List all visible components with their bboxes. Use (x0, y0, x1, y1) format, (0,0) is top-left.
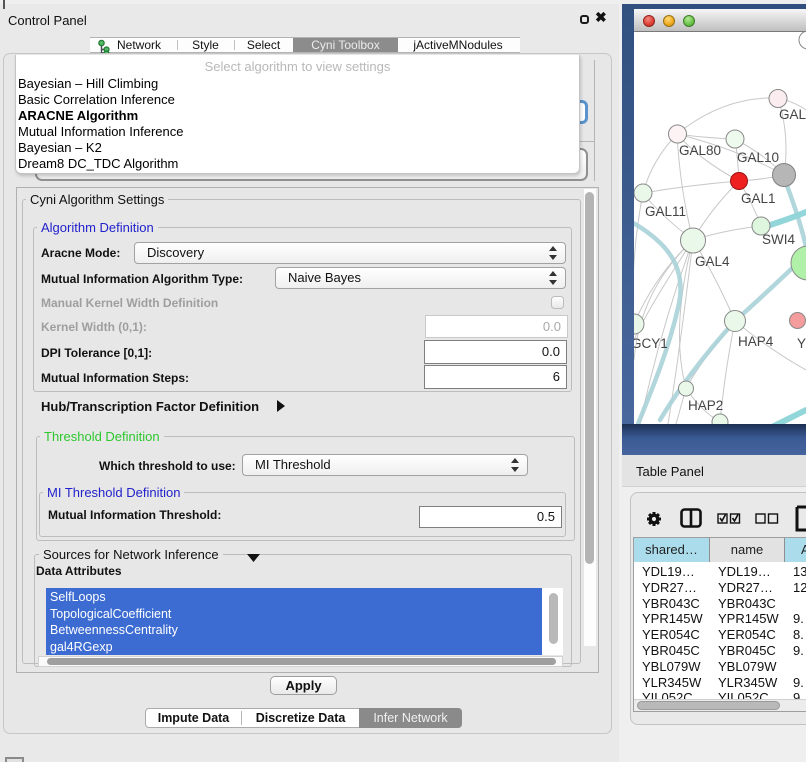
svg-text:Y: Y (797, 336, 806, 351)
svg-text:GAL4: GAL4 (695, 254, 730, 269)
svg-text:GAL80: GAL80 (679, 143, 721, 158)
svg-text:GCY1: GCY1 (634, 336, 668, 351)
svg-text:GAL: GAL (779, 107, 806, 122)
svg-text:HAP2: HAP2 (688, 398, 723, 413)
svg-text:GAL10: GAL10 (737, 150, 779, 165)
svg-text:GAL1: GAL1 (741, 191, 776, 206)
svg-text:HAP4: HAP4 (738, 334, 774, 349)
svg-text:GAL11: GAL11 (645, 204, 686, 219)
svg-text:SWI4: SWI4 (762, 232, 795, 247)
